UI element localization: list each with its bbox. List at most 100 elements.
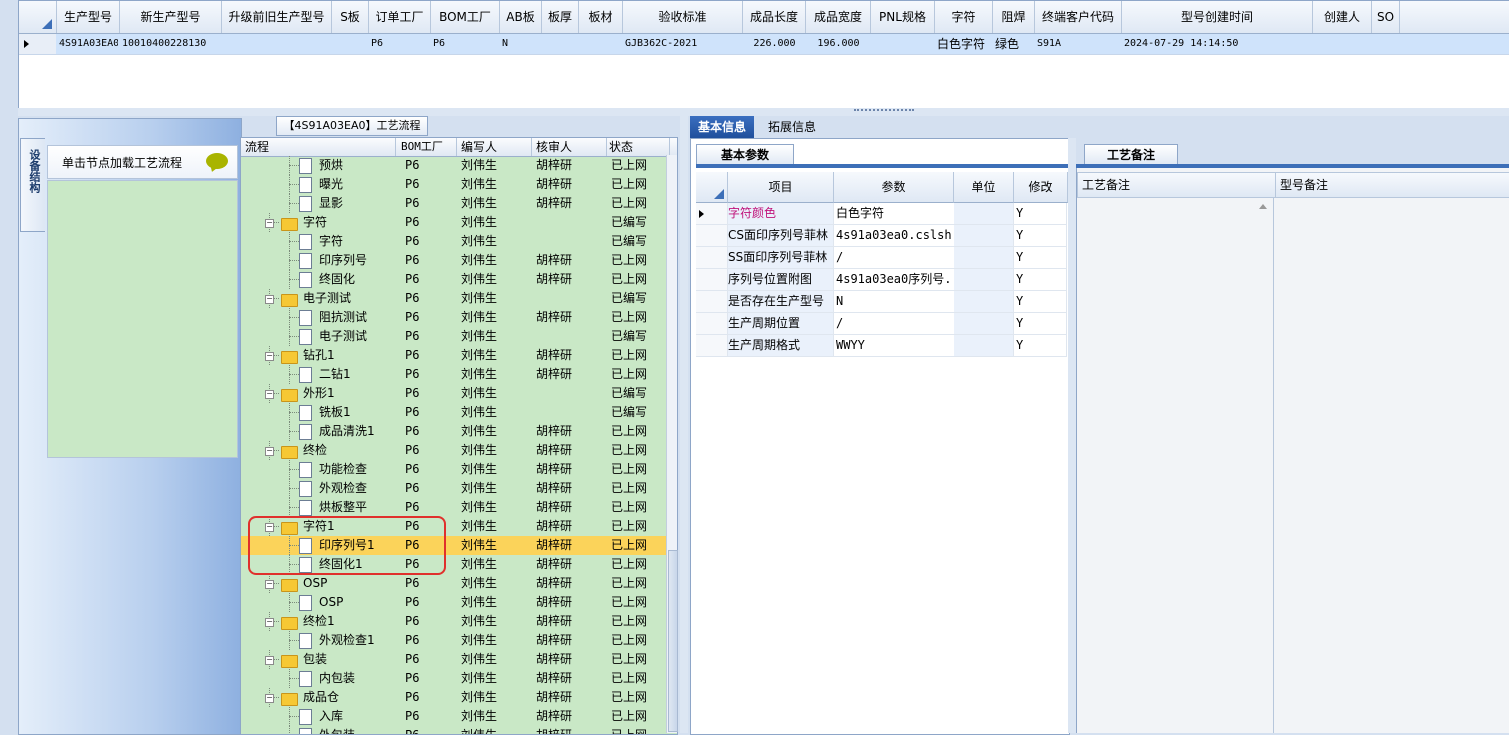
- tree-node[interactable]: 入库 P6 刘伟生 胡梓研 已上网: [241, 707, 666, 726]
- tree-node[interactable]: 外观检查 P6 刘伟生 胡梓研 已上网: [241, 479, 666, 498]
- grid-cell[interactable]: 226.000: [745, 34, 804, 54]
- param-unit[interactable]: [954, 203, 1014, 225]
- collapse-toggle-icon[interactable]: −: [265, 656, 274, 665]
- collapse-toggle-icon[interactable]: −: [265, 219, 274, 228]
- horizontal-splitter[interactable]: [18, 108, 1509, 116]
- grid-cell[interactable]: 10010400228130: [122, 34, 220, 54]
- grid-cell[interactable]: N: [502, 34, 540, 54]
- param-edit[interactable]: Y: [1014, 335, 1067, 357]
- remark-title[interactable]: 工艺备注: [1084, 144, 1178, 166]
- param-unit[interactable]: [954, 269, 1014, 291]
- param-edit[interactable]: Y: [1014, 313, 1067, 335]
- param-value[interactable]: /: [834, 247, 955, 269]
- process-tree[interactable]: 流程 BOM工厂 编写人 核审人 状态 预烘 P6 刘伟生 胡梓研 已上网 曝光 P6 刘伟生 胡梓研已…: [240, 137, 678, 735]
- collapse-toggle-icon[interactable]: −: [265, 447, 274, 456]
- tree-node[interactable]: 终固化 P6 刘伟生 胡梓研 已上网: [241, 270, 666, 289]
- tree-node[interactable]: − OSP P6 刘伟生 胡梓研 已上网: [241, 574, 666, 593]
- column-header[interactable]: 成品宽度: [806, 1, 871, 33]
- model-remark-field[interactable]: [1275, 198, 1509, 733]
- column-header[interactable]: 字符: [935, 1, 993, 33]
- tree-node[interactable]: 成品清洗1 P6 刘伟生 胡梓研 已上网: [241, 422, 666, 441]
- tree-node[interactable]: 二钻1 P6 刘伟生 胡梓研 已上网: [241, 365, 666, 384]
- tree-node[interactable]: − 外形1 P6 刘伟生 已编写: [241, 384, 666, 403]
- grid-cell[interactable]: [581, 34, 621, 54]
- column-header[interactable]: 新生产型号: [120, 1, 222, 33]
- tree-node[interactable]: 外包装 P6 刘伟生 胡梓研 已上网: [241, 726, 666, 734]
- column-header[interactable]: 升级前旧生产型号: [222, 1, 332, 33]
- basic-params-title[interactable]: 基本参数: [696, 144, 794, 166]
- param-value[interactable]: /: [834, 313, 955, 335]
- scroll-up-icon[interactable]: [1259, 204, 1267, 209]
- column-header[interactable]: 终端客户代码: [1035, 1, 1122, 33]
- tree-node[interactable]: − 终检 P6 刘伟生 胡梓研 已上网: [241, 441, 666, 460]
- param-value[interactable]: 4s91a03ea0.cslsh: [834, 225, 955, 247]
- tree-node[interactable]: − 字符 P6 刘伟生 已编写: [241, 213, 666, 232]
- collapse-toggle-icon[interactable]: −: [265, 580, 274, 589]
- tree-node[interactable]: − 包装 P6 刘伟生 胡梓研 已上网: [241, 650, 666, 669]
- column-header[interactable]: SO: [1372, 1, 1400, 33]
- param-column-header[interactable]: 单位: [954, 172, 1014, 203]
- column-header[interactable]: 生产型号: [57, 1, 120, 33]
- grid-cell[interactable]: P6: [371, 34, 429, 54]
- collapse-toggle-icon[interactable]: −: [265, 295, 274, 304]
- tree-node[interactable]: 预烘 P6 刘伟生 胡梓研 已上网: [241, 156, 666, 175]
- tree-node[interactable]: 电子测试 P6 刘伟生 已编写: [241, 327, 666, 346]
- flow-tab[interactable]: 【4S91A03EA0】工艺流程: [276, 116, 428, 136]
- grid-cell[interactable]: [334, 34, 367, 54]
- grid-cell[interactable]: S91A: [1037, 34, 1120, 54]
- tab-basic-info[interactable]: 基本信息: [690, 116, 755, 138]
- tree-node[interactable]: − 成品仓 P6 刘伟生 胡梓研 已上网: [241, 688, 666, 707]
- column-header[interactable]: 订单工厂: [369, 1, 431, 33]
- param-unit[interactable]: [954, 335, 1014, 357]
- param-edit[interactable]: Y: [1014, 269, 1067, 291]
- load-process-button[interactable]: 单击节点加载工艺流程: [47, 145, 238, 179]
- tree-column-header[interactable]: 核审人: [536, 138, 607, 156]
- grid-cell[interactable]: 196.000: [808, 34, 869, 54]
- column-header[interactable]: 型号创建时间: [1122, 1, 1313, 33]
- grid-cell[interactable]: P6: [433, 34, 498, 54]
- param-edit[interactable]: Y: [1014, 291, 1067, 313]
- column-header[interactable]: 板材: [579, 1, 623, 33]
- param-column-header[interactable]: 参数: [834, 172, 954, 203]
- tree-node[interactable]: 阻抗测试 P6 刘伟生 胡梓研 已上网: [241, 308, 666, 327]
- param-unit[interactable]: [954, 247, 1014, 269]
- tree-node[interactable]: − 钻孔1 P6 刘伟生 胡梓研 已上网: [241, 346, 666, 365]
- grid-cell[interactable]: 白色字符: [937, 34, 991, 54]
- column-header[interactable]: 板厚: [542, 1, 579, 33]
- param-unit[interactable]: [954, 313, 1014, 335]
- tree-node[interactable]: 印序列号 P6 刘伟生 胡梓研 已上网: [241, 251, 666, 270]
- collapse-toggle-icon[interactable]: −: [265, 390, 274, 399]
- param-value[interactable]: 白色字符: [834, 203, 955, 225]
- param-value[interactable]: WWYY: [834, 335, 955, 357]
- vertical-splitter[interactable]: [680, 116, 688, 733]
- tree-node[interactable]: 铣板1 P6 刘伟生 已编写: [241, 403, 666, 422]
- param-value[interactable]: N: [834, 291, 955, 313]
- tree-node[interactable]: 曝光 P6 刘伟生 胡梓研 已上网: [241, 175, 666, 194]
- grid-cell[interactable]: [1374, 34, 1398, 54]
- right-splitter[interactable]: [1068, 138, 1076, 733]
- process-remark-field[interactable]: [1077, 198, 1274, 733]
- side-tab-equipment[interactable]: 设备结构: [20, 138, 45, 232]
- column-header[interactable]: PNL规格: [871, 1, 935, 33]
- tree-node[interactable]: OSP P6 刘伟生 胡梓研 已上网: [241, 593, 666, 612]
- tree-column-header[interactable]: BOM工厂: [401, 138, 457, 156]
- tree-node[interactable]: 字符 P6 刘伟生 已编写: [241, 232, 666, 251]
- param-value[interactable]: 4s91a03ea0序列号...: [834, 269, 955, 291]
- tree-node[interactable]: 烘板整平 P6 刘伟生 胡梓研 已上网: [241, 498, 666, 517]
- tree-column-header[interactable]: 编写人: [461, 138, 532, 156]
- tree-column-header[interactable]: 状态: [609, 138, 670, 156]
- column-header[interactable]: 创建人: [1313, 1, 1372, 33]
- tree-node[interactable]: 功能检查 P6 刘伟生 胡梓研 已上网: [241, 460, 666, 479]
- tree-node[interactable]: 内包装 P6 刘伟生 胡梓研 已上网: [241, 669, 666, 688]
- grid-cell[interactable]: [224, 34, 330, 54]
- tree-node[interactable]: − 终检1 P6 刘伟生 胡梓研 已上网: [241, 612, 666, 631]
- param-edit[interactable]: Y: [1014, 203, 1067, 225]
- column-header[interactable]: BOM工厂: [431, 1, 500, 33]
- column-header[interactable]: AB板: [500, 1, 542, 33]
- tree-node[interactable]: − 电子测试 P6 刘伟生 已编写: [241, 289, 666, 308]
- column-header[interactable]: 验收标准: [623, 1, 743, 33]
- grid-cell[interactable]: [1315, 34, 1370, 54]
- tree-node[interactable]: 外观检查1 P6 刘伟生 胡梓研 已上网: [241, 631, 666, 650]
- param-edit[interactable]: Y: [1014, 247, 1067, 269]
- collapse-toggle-icon[interactable]: −: [265, 352, 274, 361]
